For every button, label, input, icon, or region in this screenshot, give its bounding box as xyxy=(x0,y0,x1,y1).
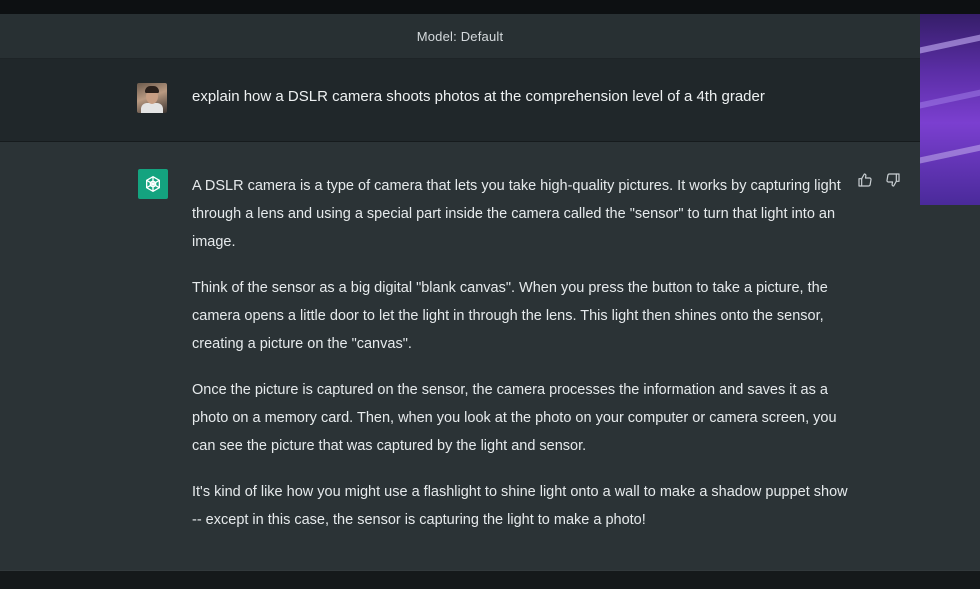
thumbs-up-icon[interactable] xyxy=(856,171,874,189)
assistant-message-row: A DSLR camera is a type of camera that l… xyxy=(0,142,920,570)
model-header: Model: Default xyxy=(0,14,920,59)
top-strip xyxy=(0,0,920,14)
user-message-text: explain how a DSLR camera shoots photos … xyxy=(192,88,765,105)
answer-paragraph: It's kind of like how you might use a fl… xyxy=(192,484,848,528)
assistant-answer: A DSLR camera is a type of camera that l… xyxy=(192,172,852,552)
answer-paragraph: Once the picture is captured on the sens… xyxy=(192,382,837,454)
answer-paragraph: Think of the sensor as a big digital "bl… xyxy=(192,280,828,352)
user-avatar xyxy=(137,83,167,113)
assistant-row-extension xyxy=(920,205,980,570)
webcam-overlay xyxy=(920,0,980,205)
bottom-bar xyxy=(0,570,980,589)
openai-logo-icon xyxy=(138,169,168,199)
feedback-buttons xyxy=(856,171,902,189)
thumbs-down-icon[interactable] xyxy=(884,171,902,189)
answer-paragraph: A DSLR camera is a type of camera that l… xyxy=(192,178,841,250)
user-message-row: explain how a DSLR camera shoots photos … xyxy=(0,59,920,142)
model-label: Model: Default xyxy=(416,28,504,44)
